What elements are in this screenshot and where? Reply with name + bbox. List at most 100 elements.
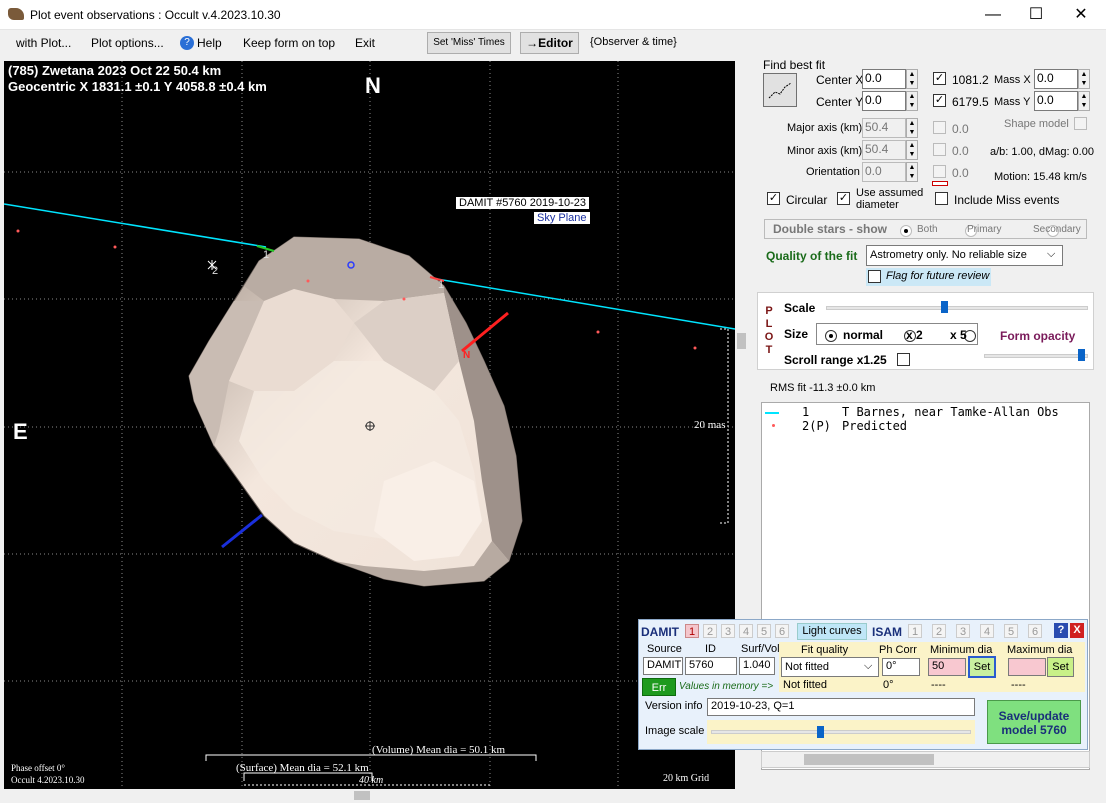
plot-graphics — [4, 61, 735, 789]
grid-label: 20 km Grid — [663, 773, 710, 784]
both-label: Both — [917, 224, 938, 235]
minimize-button[interactable]: — — [970, 0, 1016, 30]
ph-corr-field[interactable]: 0° — [882, 658, 920, 676]
fit-quality-select[interactable]: Not fitted ⌵ — [781, 657, 879, 677]
scroll-range-checkbox[interactable] — [897, 353, 910, 366]
size-normal-label: normal — [843, 328, 884, 342]
min-dia-field[interactable]: 50 — [928, 658, 966, 676]
isam-tab-3[interactable]: 3 — [956, 624, 970, 638]
light-curves-button[interactable]: Light curves — [797, 623, 867, 640]
help-icon[interactable]: ? — [180, 36, 194, 50]
min-dia-set-button[interactable]: Set — [968, 656, 996, 678]
scale-slider-track — [826, 306, 1088, 310]
minor-axis-spinner[interactable]: ▲ ▼ — [906, 140, 918, 160]
damit-tab-2[interactable]: 2 — [703, 624, 717, 638]
plot-horizontal-scrollbar[interactable] — [4, 789, 735, 802]
isam-tab-4[interactable]: 4 — [980, 624, 994, 638]
orientation-spinner[interactable]: ▲ ▼ — [906, 162, 918, 182]
damit-tab-3[interactable]: 3 — [721, 624, 735, 638]
maximize-button[interactable]: ☐ — [1013, 0, 1059, 30]
isam-tab-6[interactable]: 6 — [1028, 624, 1042, 638]
list-item[interactable]: 2(P) Predicted — [764, 419, 1064, 433]
mass-y-checkbox[interactable]: ✓ — [933, 94, 946, 107]
menu-with-plot[interactable]: with Plot... — [16, 36, 71, 50]
scale-slider-thumb[interactable] — [940, 301, 948, 313]
max-dia-set-button[interactable]: Set — [1047, 657, 1074, 677]
plot-settings-box: PLOT Scale Size normal x 2 x 5 Form opac… — [757, 292, 1094, 370]
find-best-fit-button[interactable] — [763, 73, 797, 107]
mass-y-spinner[interactable]: ▲ ▼ — [1078, 91, 1090, 111]
observers-scroll-thumb[interactable] — [804, 754, 934, 765]
source-field[interactable]: DAMIT — [643, 657, 683, 675]
primary-label: Primary — [967, 224, 1002, 235]
damit-tab-6[interactable]: 6 — [775, 624, 789, 638]
observer-time-label[interactable]: {Observer & time} — [590, 36, 677, 48]
title-bar: Plot event observations : Occult v.4.202… — [0, 0, 1106, 30]
both-radio[interactable] — [900, 224, 912, 237]
opacity-slider[interactable] — [984, 347, 1088, 365]
max-dia-field[interactable] — [1008, 658, 1046, 676]
damit-tab-4[interactable]: 4 — [739, 624, 753, 638]
opacity-slider-thumb[interactable] — [1078, 349, 1086, 361]
damit-tab-5[interactable]: 5 — [757, 624, 771, 638]
center-y-spinner[interactable]: ▲ ▼ — [906, 91, 918, 111]
orientation-input[interactable]: 0.0 — [862, 162, 906, 182]
minor-axis-input[interactable]: 50.4 — [862, 140, 906, 160]
image-scale-thumb[interactable] — [817, 726, 825, 738]
isam-tab-2[interactable]: 2 — [932, 624, 946, 638]
use-assumed-diameter-checkbox[interactable]: ✓ — [837, 192, 850, 205]
minor-axis-checkbox[interactable] — [933, 143, 946, 156]
major-axis-spinner[interactable]: ▲ ▼ — [906, 118, 918, 138]
version-info-field[interactable]: 2019-10-23, Q=1 — [707, 698, 975, 716]
circular-checkbox[interactable]: ✓ — [767, 192, 780, 205]
major-axis-checkbox[interactable] — [933, 121, 946, 134]
plot-canvas[interactable]: (785) Zwetana 2023 Oct 22 50.4 km Geocen… — [4, 61, 735, 789]
major-axis-input[interactable]: 50.4 — [862, 118, 906, 138]
size-normal-radio[interactable] — [825, 329, 837, 342]
save-update-model-button[interactable]: Save/update model 5760 — [987, 700, 1081, 744]
plot-header-geocentric: Geocentric X 1831.1 ±0.1 Y 4058.8 ±0.4 k… — [8, 79, 267, 94]
list-item[interactable]: 1 T Barnes, near Tamke-Allan Obs — [764, 405, 1064, 419]
min-dia-label: Minimum dia — [930, 644, 993, 656]
set-miss-times-button[interactable]: Set 'Miss' Times — [427, 32, 511, 54]
center-x-input[interactable]: 0.0 — [862, 69, 906, 89]
close-button[interactable]: ✕ — [1058, 0, 1104, 30]
editor-button[interactable]: →Editor — [520, 32, 579, 54]
mass-x-input[interactable]: 0.0 — [1034, 69, 1078, 89]
menu-help[interactable]: Help — [197, 36, 222, 50]
isam-tab-5[interactable]: 5 — [1004, 624, 1018, 638]
miss-line-legend-icon — [932, 181, 948, 186]
menu-keep-form-on-top[interactable]: Keep form on top — [243, 36, 335, 50]
include-miss-checkbox[interactable] — [935, 192, 948, 205]
mass-x-checkbox[interactable]: ✓ — [933, 72, 946, 85]
close-icon[interactable]: X — [1070, 623, 1084, 638]
mass-y-input[interactable]: 0.0 — [1034, 91, 1078, 111]
panel-vertical-scrollbar[interactable] — [1094, 60, 1106, 788]
flag-review-checkbox[interactable] — [868, 270, 881, 283]
memory-max-dia: ---- — [1011, 679, 1026, 691]
opacity-slider-track — [984, 354, 1088, 358]
observers-horizontal-scrollbar[interactable] — [761, 751, 1090, 768]
err-button[interactable]: Err — [642, 678, 676, 696]
chord-color-swatch — [765, 412, 779, 414]
image-scale-slider[interactable] — [707, 720, 975, 744]
mass-x-spinner[interactable]: ▲ ▼ — [1078, 69, 1090, 89]
menu-exit[interactable]: Exit — [355, 36, 375, 50]
scale-slider[interactable] — [826, 299, 1088, 317]
vertical-scroll-thumb[interactable] — [737, 333, 746, 349]
quality-fit-select[interactable]: Astrometry only. No reliable size ⌵ — [866, 245, 1063, 266]
isam-tab-1[interactable]: 1 — [908, 624, 922, 638]
menu-plot-options[interactable]: Plot options... — [91, 36, 164, 50]
orientation-checkbox[interactable] — [933, 165, 946, 178]
shape-model-checkbox[interactable] — [1074, 117, 1087, 130]
help-icon[interactable]: ? — [1054, 623, 1068, 638]
damit-tab-1[interactable]: 1 — [685, 624, 699, 638]
horizontal-scroll-thumb[interactable] — [354, 791, 370, 800]
center-x-label: Center X — [816, 73, 864, 87]
id-field[interactable]: 5760 — [685, 657, 737, 675]
center-y-input[interactable]: 0.0 — [862, 91, 906, 111]
surf-vol-field[interactable]: 1.040 — [739, 657, 775, 675]
flag-review-box[interactable]: Flag for future review — [866, 268, 991, 286]
center-x-spinner[interactable]: ▲ ▼ — [906, 69, 918, 89]
size-group: normal x 2 x 5 — [816, 323, 978, 345]
